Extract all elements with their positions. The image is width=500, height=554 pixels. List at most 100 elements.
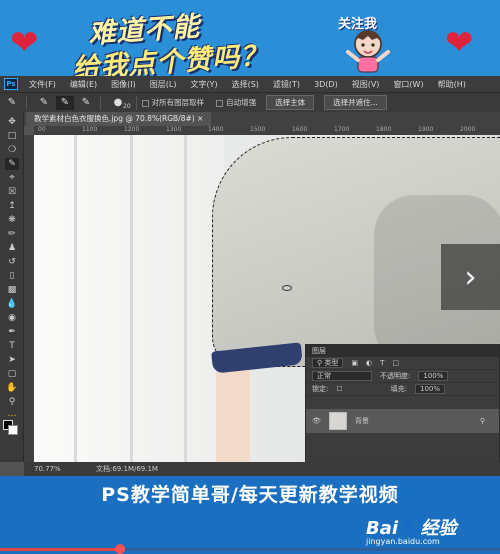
document-tab[interactable]: 教学素材白色衣服换色.jpg @ 70.8%(RGB/8#) × — [26, 112, 212, 126]
photoshop-logo: Ps — [4, 78, 18, 90]
brush-tool-icon[interactable]: ✏ — [5, 228, 19, 240]
heart-right-icon: ❤ — [445, 23, 474, 63]
background-color-swatch[interactable] — [8, 425, 18, 435]
blur-tool-icon[interactable]: 💧 — [5, 298, 19, 310]
layers-panel: 图层 ⚲ 类型 ▣ ◐ T □ 正常 不透明度: 100% 锁定: ☐ 填充: … — [305, 344, 500, 476]
eraser-tool-icon[interactable]: ▯ — [5, 270, 19, 282]
menu-view[interactable]: 视图(V) — [345, 79, 387, 90]
ruler-tick: 1700 — [334, 126, 350, 133]
type-tool-icon[interactable]: T — [5, 340, 19, 352]
menu-3d[interactable]: 3D(D) — [307, 80, 345, 89]
ruler-tick: 00 — [38, 126, 46, 133]
pen-tool-icon[interactable]: ✒ — [5, 326, 19, 338]
zoom-level[interactable]: 70.77% — [34, 462, 61, 476]
window-pane-line — [130, 135, 133, 462]
cartoon-girl-icon — [346, 30, 390, 73]
filter-type-icon[interactable]: T — [380, 359, 384, 367]
toolbox: ✥ □ ❍ ✎ ⌖ ☒ ↥ ❋ ✏ ♟ ↺ ▯ ▩ 💧 ◉ ✒ T ➤ ▢ ✋ … — [0, 112, 24, 462]
layer-row-background[interactable]: 👁 背景 ⚲ — [306, 409, 499, 433]
shape-tool-icon[interactable]: ▢ — [5, 368, 19, 380]
fill-label: 填充: — [390, 385, 407, 393]
options-bar: ✎ ✎ ✎ ✎ ● 20 对所有图层取样 自动增强 选择主体 选择并遮住... — [0, 92, 500, 112]
layers-filter-row: ⚲ 类型 ▣ ◐ T □ — [306, 357, 499, 370]
opacity-field[interactable]: 100% — [418, 371, 449, 381]
next-arrow-button[interactable]: › — [441, 244, 500, 310]
menu-type[interactable]: 文字(Y) — [183, 79, 224, 90]
extra-tools-icon[interactable]: … — [5, 408, 19, 420]
photoshop-window: Ps 文件(F) 编辑(E) 图像(I) 图层(L) 文字(Y) 选择(S) 滤… — [0, 76, 500, 476]
heart-left-icon: ❤ — [10, 23, 39, 63]
layers-panel-title: 图层 — [306, 345, 499, 357]
divider — [135, 95, 137, 110]
zoom-tool-icon[interactable]: ⚲ — [5, 396, 19, 408]
layer-name: 背景 — [354, 417, 369, 425]
blend-mode-select[interactable]: 正常 — [312, 371, 372, 381]
eyedropper-tool-icon[interactable]: ↥ — [5, 200, 19, 212]
layers-lock-row: 锁定: ☐ 填充: 100% — [306, 383, 499, 396]
menu-edit[interactable]: 编辑(E) — [63, 79, 104, 90]
lock-label: 锁定: — [312, 385, 329, 393]
marquee-tool-icon[interactable]: □ — [5, 130, 19, 142]
ruler-tick: 1800 — [376, 126, 392, 133]
menu-image[interactable]: 图像(I) — [104, 79, 143, 90]
select-and-mask-button[interactable]: 选择并遮住... — [324, 95, 387, 110]
lasso-tool-icon[interactable]: ❍ — [5, 144, 19, 156]
ruler-tick: 1100 — [82, 126, 98, 133]
add-to-selection-icon[interactable]: ✎ — [56, 95, 74, 110]
menu-select[interactable]: 选择(S) — [225, 79, 266, 90]
ruler-tick: 1300 — [166, 126, 182, 133]
video-progress-knob[interactable] — [115, 544, 125, 554]
move-tool-icon[interactable]: ✥ — [5, 116, 19, 128]
tool-preset-icon[interactable]: ✎ — [3, 96, 21, 110]
filter-shape-icon[interactable]: □ — [392, 359, 399, 367]
new-selection-icon[interactable]: ✎ — [35, 96, 53, 110]
frame-tool-icon[interactable]: ☒ — [5, 186, 19, 198]
layer-kind-select[interactable]: ⚲ 类型 — [312, 358, 344, 368]
sample-all-layers-checkbox[interactable]: 对所有图层取样 — [141, 97, 204, 108]
crop-tool-icon[interactable]: ⌖ — [5, 172, 19, 184]
menu-help[interactable]: 帮助(H) — [431, 79, 473, 90]
ruler-tick: 2000 — [460, 126, 476, 133]
footer-bar: Bai🐾经验 jingyan.baidu.com — [0, 510, 500, 554]
hand-tool-icon[interactable]: ✋ — [5, 382, 19, 394]
path-select-tool-icon[interactable]: ➤ — [5, 354, 19, 366]
video-progress-bar[interactable] — [0, 548, 500, 551]
ruler-tick: 1400 — [208, 126, 224, 133]
window-pane-line — [184, 135, 187, 462]
menu-layer[interactable]: 图层(L) — [143, 79, 184, 90]
menu-file[interactable]: 文件(F) — [22, 79, 63, 90]
select-subject-button[interactable]: 选择主体 — [266, 95, 315, 110]
auto-enhance-label: 自动增强 — [226, 98, 257, 107]
filter-adjust-icon[interactable]: ◐ — [366, 359, 372, 367]
caption-bar: PS教学简单哥/每天更新教学视频 — [0, 476, 500, 510]
menu-filter[interactable]: 滤镜(T) — [266, 79, 307, 90]
dodge-tool-icon[interactable]: ◉ — [5, 312, 19, 324]
top-ruler: 00 1100 1200 1300 1400 1500 1600 1700 18… — [34, 126, 500, 135]
brush-cursor — [282, 285, 292, 291]
site-url: jingyan.baidu.com — [366, 537, 440, 546]
lock-icon[interactable]: ☐ — [336, 385, 342, 393]
gradient-tool-icon[interactable]: ▩ — [5, 284, 19, 296]
fill-field[interactable]: 100% — [415, 384, 446, 394]
document-size: 文档:69.1M/69.1M — [96, 465, 158, 473]
layers-blend-row: 正常 不透明度: 100% — [306, 370, 499, 383]
healing-tool-icon[interactable]: ❋ — [5, 214, 19, 226]
filter-image-icon[interactable]: ▣ — [351, 359, 358, 367]
auto-enhance-checkbox[interactable]: 自动增强 — [216, 97, 256, 108]
menu-window[interactable]: 窗口(W) — [386, 79, 430, 90]
history-brush-tool-icon[interactable]: ↺ — [5, 256, 19, 268]
video-progress-fill — [0, 548, 120, 551]
brush-size-value[interactable]: 20 — [123, 103, 131, 110]
document-tab-bar: 教学素材白色衣服换色.jpg @ 70.8%(RGB/8#) × — [24, 112, 500, 126]
layer-lock-icon: ⚲ — [479, 417, 485, 425]
subtract-selection-icon[interactable]: ✎ — [77, 96, 95, 110]
document-tab-label: 教学素材白色衣服换色.jpg @ 70.8%(RGB/8#) — [34, 114, 195, 123]
quick-select-tool-icon[interactable]: ✎ — [5, 158, 19, 170]
menu-bar: Ps 文件(F) 编辑(E) 图像(I) 图层(L) 文字(Y) 选择(S) 滤… — [0, 76, 500, 92]
window-pane-line — [74, 135, 77, 462]
clone-stamp-tool-icon[interactable]: ♟ — [5, 242, 19, 254]
opacity-label: 不透明度: — [380, 372, 411, 380]
layer-thumbnail — [328, 412, 347, 430]
background-window-light — [34, 135, 224, 462]
visibility-eye-icon[interactable]: 👁 — [312, 417, 321, 425]
